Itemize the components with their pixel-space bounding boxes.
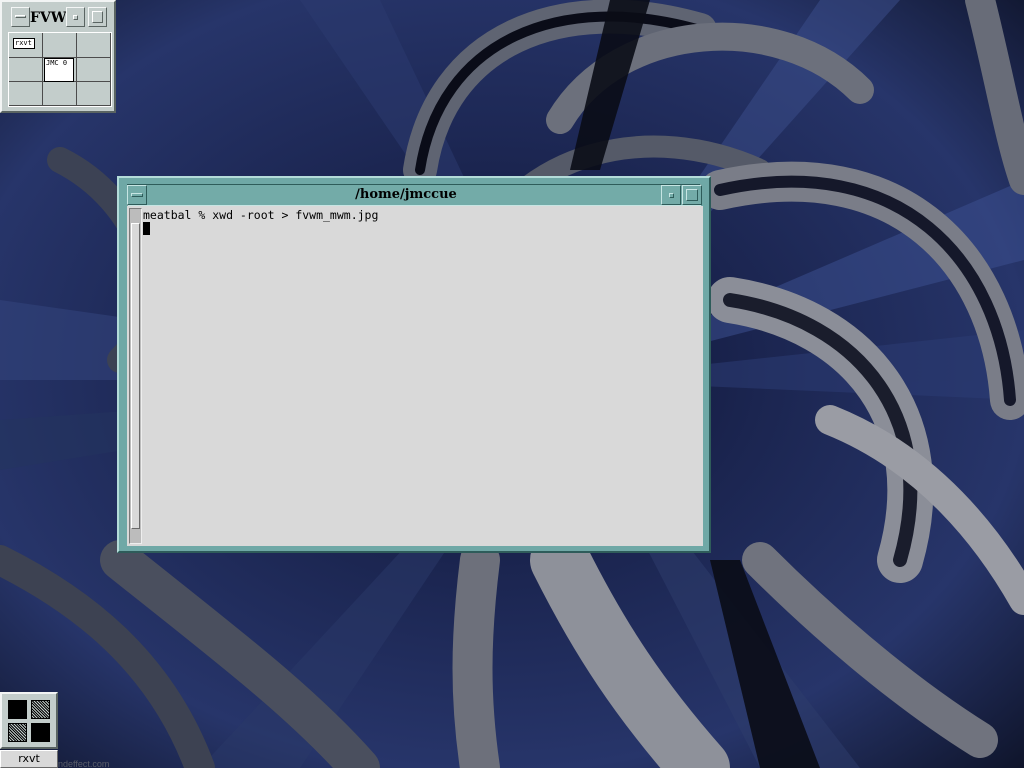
command-line: meatbal % xwd -root > fvwm_mwm.jpg: [143, 208, 379, 222]
menu-bar-icon: [131, 193, 143, 197]
window-title: /home/jmccue: [355, 187, 457, 202]
pager-page[interactable]: [77, 58, 111, 82]
icon-quadrant: [8, 700, 27, 719]
fvwm-pager[interactable]: FVW rxvt JMC 0: [0, 0, 116, 113]
window-menu-button[interactable]: [127, 185, 147, 205]
maximize-icon: [92, 11, 103, 23]
minimize-icon: [669, 193, 674, 198]
icon-quadrant: [8, 723, 27, 742]
icon-quadrant: [31, 723, 50, 742]
minimize-icon: [73, 15, 78, 20]
scrollbar-thumb[interactable]: [131, 223, 140, 529]
pager-mini-window[interactable]: rxvt: [13, 38, 35, 49]
pager-page[interactable]: [77, 82, 111, 106]
terminal-scrollbar[interactable]: [129, 208, 142, 544]
pager-minimize-button[interactable]: [66, 7, 85, 27]
pager-page[interactable]: [77, 33, 111, 58]
pager-menu-button[interactable]: [11, 7, 30, 27]
pager-page[interactable]: [43, 82, 77, 106]
rxvt-icon[interactable]: [0, 692, 58, 749]
maximize-icon: [686, 189, 698, 201]
wallpaper-watermark: ndeffect.com: [58, 759, 109, 768]
pager-page[interactable]: [43, 33, 77, 58]
menu-bar-icon: [15, 15, 26, 18]
rxvt-icon-label[interactable]: rxvt: [0, 750, 58, 768]
text-cursor: [143, 222, 150, 235]
window-minimize-button[interactable]: [661, 185, 681, 205]
pager-page[interactable]: [9, 58, 43, 82]
window-maximize-button[interactable]: [682, 185, 702, 205]
terminal-window[interactable]: /home/jmccue meatbal % xwd -root > fvwm_…: [117, 176, 711, 553]
pager-desk-grid[interactable]: rxvt JMC 0: [8, 32, 112, 107]
terminal-text[interactable]: meatbal % xwd -root > fvwm_mwm.jpg: [143, 209, 699, 543]
terminal-area[interactable]: meatbal % xwd -root > fvwm_mwm.jpg: [127, 206, 703, 546]
pager-page[interactable]: [9, 82, 43, 106]
pager-maximize-button[interactable]: [88, 7, 107, 27]
pager-title: FVW: [30, 10, 66, 26]
pager-mini-window-active[interactable]: JMC 0: [44, 58, 74, 82]
icon-quadrant: [31, 700, 50, 719]
